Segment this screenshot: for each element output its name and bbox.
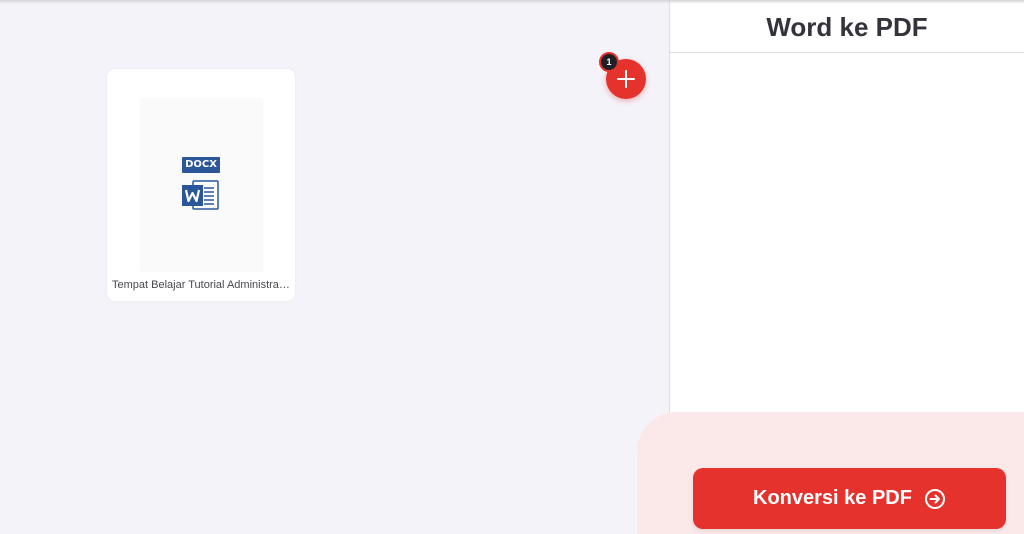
file-type-badge: DOCX [182,157,220,173]
file-workspace: DOCX Tempat Belajar Tutorial Administras… [0,0,669,534]
file-preview: DOCX [141,99,262,271]
word-file-icon [182,180,219,210]
file-name: Tempat Belajar Tutorial Administrasi Per… [112,279,295,291]
file-count-badge: 1 [599,52,619,72]
plus-icon [617,70,635,88]
panel-title: Word ke PDF [670,0,1024,53]
file-card[interactable]: DOCX Tempat Belajar Tutorial Administras… [107,69,295,301]
top-shadow [0,0,1024,4]
convert-to-pdf-button[interactable]: Konversi ke PDF [693,468,1006,529]
arrow-right-circle-icon [924,488,945,509]
convert-button-label: Konversi ke PDF [753,487,912,509]
